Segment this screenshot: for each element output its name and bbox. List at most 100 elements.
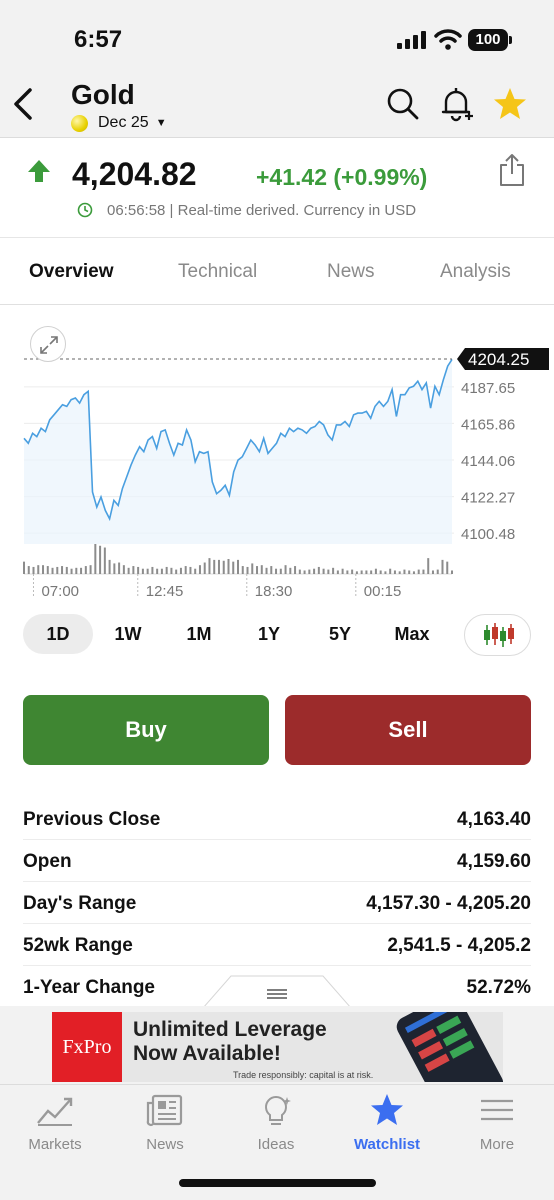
volume-bar bbox=[151, 566, 154, 574]
volume-bar bbox=[208, 558, 211, 574]
last-price: 4,204.82 bbox=[72, 156, 197, 192]
volume-bar bbox=[265, 567, 268, 574]
x-tick-label: 00:15 bbox=[364, 583, 402, 600]
price-chart-svg[interactable]: 4187.65 4165.86 4144.06 4122.27 4100.48 4204.… bbox=[0, 306, 554, 606]
stat-label: 1-Year Change bbox=[23, 977, 155, 998]
volume-bar bbox=[422, 569, 425, 574]
volume-bar bbox=[294, 566, 297, 574]
nav-item-news[interactable]: News bbox=[115, 1093, 215, 1153]
expand-icon bbox=[40, 336, 58, 354]
nav-item-markets[interactable]: Markets bbox=[5, 1093, 105, 1153]
volume-bar bbox=[317, 566, 320, 574]
volume-bar bbox=[56, 566, 59, 574]
nav-item-more[interactable]: More bbox=[447, 1093, 547, 1153]
volume-bar bbox=[99, 545, 102, 574]
search-icon[interactable] bbox=[386, 86, 420, 122]
stat-row-52wk-range: 52wk Range 2,541.5 - 4,205.2 bbox=[23, 924, 531, 966]
sell-button[interactable]: Sell bbox=[285, 695, 531, 765]
volume-bar bbox=[189, 566, 192, 574]
volume-bar bbox=[279, 568, 282, 574]
volume-bar bbox=[427, 558, 430, 574]
stat-label: Previous Close bbox=[23, 809, 161, 830]
volume-bar bbox=[122, 565, 125, 574]
ad-banner[interactable]: FxPro Unlimited Leverage Now Available! … bbox=[52, 1012, 503, 1082]
volume-bar bbox=[351, 569, 354, 574]
volume-bar bbox=[27, 566, 30, 574]
menu-icon bbox=[481, 1099, 513, 1121]
volume-bar bbox=[179, 567, 182, 574]
stat-value: 4,159.60 bbox=[457, 851, 531, 872]
volume-bar bbox=[308, 569, 311, 574]
stat-row-previous-close: Previous Close 4,163.40 bbox=[23, 798, 531, 840]
tab-overview[interactable]: Overview bbox=[29, 261, 114, 283]
share-icon[interactable] bbox=[498, 153, 526, 187]
favorite-star-icon[interactable] bbox=[492, 86, 528, 122]
volume-bar bbox=[408, 570, 411, 574]
bell-add-icon[interactable] bbox=[440, 86, 474, 122]
volume-bar bbox=[384, 571, 387, 574]
candlestick-toggle-button[interactable] bbox=[464, 614, 531, 656]
expand-chart-button[interactable] bbox=[30, 326, 66, 362]
price-change: +41.42 (+0.99%) bbox=[256, 164, 428, 190]
range-max-button[interactable]: Max bbox=[384, 614, 440, 654]
volume-bar bbox=[346, 570, 349, 574]
volume-bar bbox=[303, 570, 306, 574]
volume-bar bbox=[393, 570, 396, 574]
stat-value: 4,157.30 - 4,205.20 bbox=[366, 893, 531, 914]
range-1w-button[interactable]: 1W bbox=[103, 614, 153, 654]
tab-technical[interactable]: Technical bbox=[178, 261, 257, 283]
volume-bar bbox=[251, 563, 254, 574]
volume-bar bbox=[165, 566, 168, 574]
stat-label: 52wk Range bbox=[23, 935, 133, 956]
volume-bar bbox=[222, 560, 225, 574]
volume-bar bbox=[23, 561, 25, 574]
range-5y-button[interactable]: 5Y bbox=[315, 614, 365, 654]
instrument-title: Gold bbox=[71, 79, 135, 110]
volume-bar bbox=[446, 561, 449, 574]
volume-bar bbox=[75, 567, 78, 574]
nav-item-ideas[interactable]: Ideas bbox=[226, 1093, 326, 1153]
tab-bar: Overview Technical News Analysis bbox=[0, 237, 554, 305]
range-1d-button[interactable]: 1D bbox=[23, 614, 93, 654]
y-tick-label: 4122.27 bbox=[461, 490, 515, 507]
candlestick-icon bbox=[484, 623, 514, 647]
volume-bar bbox=[365, 570, 368, 574]
price-chart[interactable]: 4187.65 4165.86 4144.06 4122.27 4100.48 4204.… bbox=[0, 306, 554, 606]
star-icon bbox=[371, 1094, 403, 1125]
up-arrow-icon bbox=[28, 160, 50, 182]
stat-value: 4,163.40 bbox=[457, 809, 531, 830]
y-tick-label: 4100.48 bbox=[461, 526, 515, 543]
range-1m-button[interactable]: 1M bbox=[174, 614, 224, 654]
gold-flag-icon bbox=[71, 114, 88, 132]
tab-analysis[interactable]: Analysis bbox=[440, 261, 511, 283]
volume-bar bbox=[156, 568, 159, 574]
volume-bar bbox=[89, 565, 92, 574]
nav-item-watchlist[interactable]: Watchlist bbox=[337, 1093, 437, 1153]
volume-bar bbox=[275, 568, 278, 574]
volume-bar bbox=[194, 568, 197, 574]
home-indicator bbox=[179, 1179, 376, 1187]
volume-bar bbox=[398, 571, 401, 574]
range-1y-button[interactable]: 1Y bbox=[244, 614, 294, 654]
instrument-header: Gold Dec 25 ▼ bbox=[0, 72, 554, 138]
x-tick-label: 12:45 bbox=[146, 583, 184, 600]
back-chevron-icon[interactable] bbox=[8, 82, 40, 126]
nav-label: News bbox=[146, 1136, 184, 1153]
volume-bar bbox=[341, 568, 344, 574]
drawer-handle[interactable] bbox=[203, 974, 351, 1008]
contract-selector[interactable]: Dec 25 ▼ bbox=[71, 114, 167, 132]
volume-bar bbox=[237, 559, 239, 574]
stat-row-days-range: Day's Range 4,157.30 - 4,205.20 bbox=[23, 882, 531, 924]
volume-bar bbox=[51, 567, 54, 574]
stat-label: Open bbox=[23, 851, 72, 872]
cellular-signal-icon bbox=[397, 31, 426, 49]
volume-bar bbox=[417, 569, 420, 574]
volume-bar bbox=[227, 559, 230, 574]
volume-bar bbox=[374, 568, 377, 574]
volume-bar bbox=[160, 568, 163, 574]
contract-label: Dec 25 bbox=[98, 114, 149, 131]
buy-button[interactable]: Buy bbox=[23, 695, 269, 765]
tab-news[interactable]: News bbox=[327, 261, 375, 283]
volume-bar bbox=[198, 565, 201, 574]
volume-bar bbox=[137, 566, 140, 574]
